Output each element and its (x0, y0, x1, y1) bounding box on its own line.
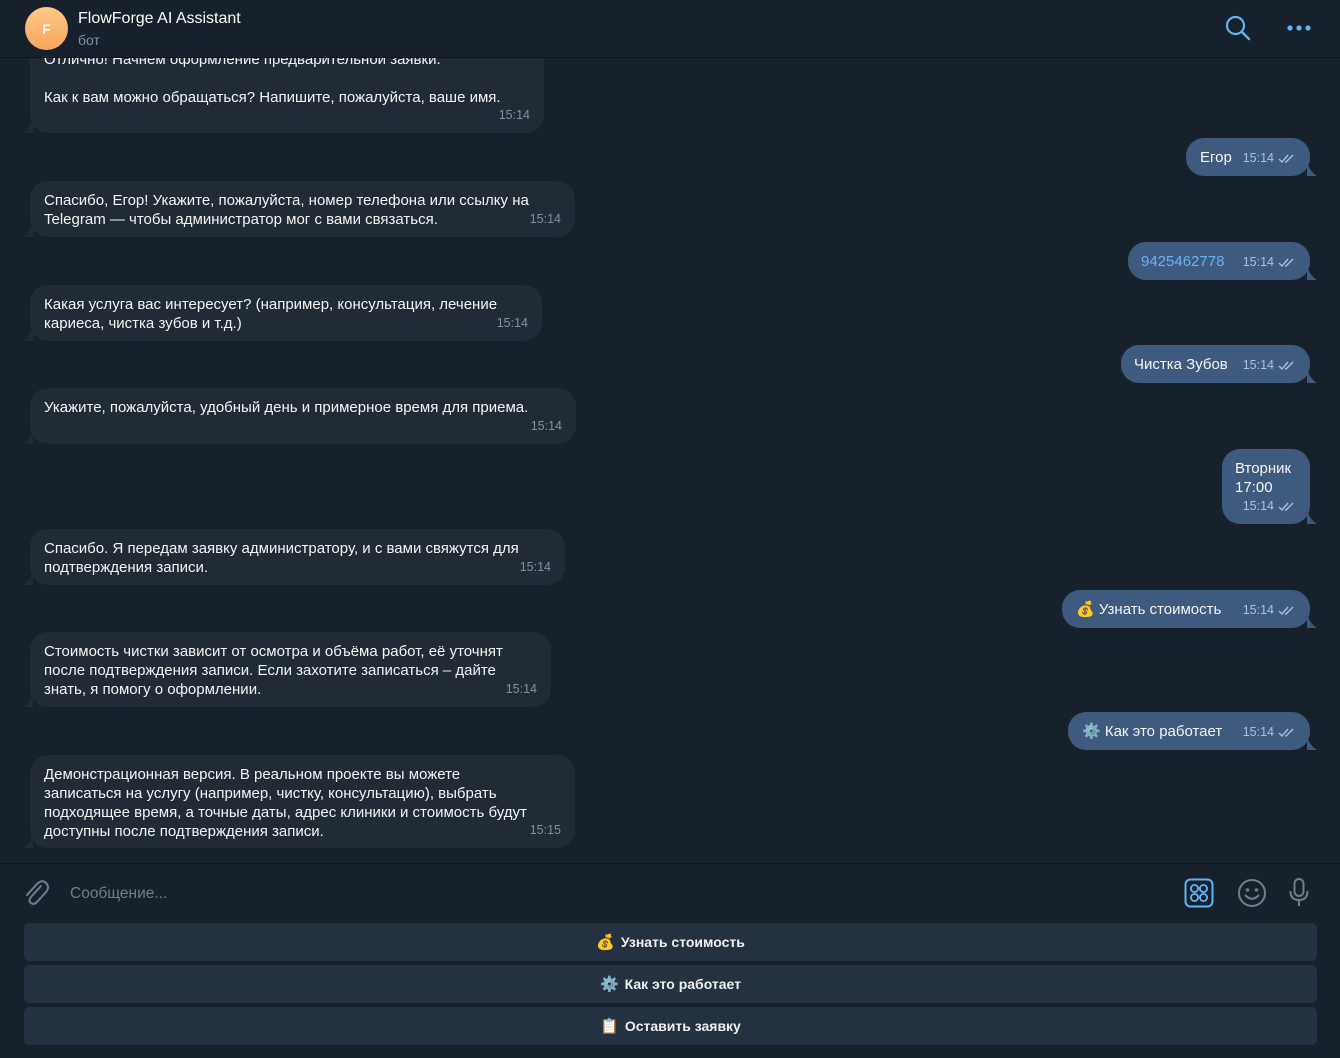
message-time: 15:14 (496, 316, 528, 330)
bot-keyboard-icon[interactable] (1184, 878, 1214, 913)
message-text: Вторник 17:00 (1235, 460, 1292, 496)
outgoing-message[interactable]: Егор 15:14 (1186, 138, 1317, 176)
message-text: Какая услуга вас интересует? (например, … (44, 296, 498, 332)
incoming-message[interactable]: Спасибо. Я передам заявку администратору… (23, 529, 565, 585)
message-text: Демонстрационная версия. В реальном прое… (44, 766, 527, 840)
outgoing-message[interactable]: 9425462778 15:14 (1128, 242, 1317, 280)
chat-subtitle: бот (78, 32, 100, 48)
chat-title[interactable]: FlowForge AI Assistant (78, 10, 241, 28)
message-time: 15:14 (1243, 601, 1296, 620)
emoji-icon[interactable] (1237, 878, 1267, 913)
read-checkmarks-icon (1278, 606, 1294, 615)
attach-icon[interactable] (22, 878, 50, 913)
money-bag-icon: 💰 (596, 933, 615, 951)
keyboard-button-leave-request[interactable]: 📋 Оставить заявку (24, 1007, 1317, 1045)
outgoing-message[interactable]: ⚙️ Как это работает 15:14 (1068, 712, 1317, 750)
avatar[interactable]: F (25, 7, 68, 50)
message-time: 15:14 (1243, 253, 1296, 272)
keyboard-button-label: Оставить заявку (624, 1018, 741, 1034)
message-text: Спасибо, Егор! Укажите, пожалуйста, номе… (44, 192, 529, 228)
message-time: 15:14 (505, 682, 537, 696)
outgoing-message[interactable]: Вторник 17:00 15:14 (1222, 449, 1317, 524)
incoming-message[interactable]: Укажите, пожалуйста, удобный день и прим… (23, 388, 576, 444)
incoming-message[interactable]: Какая услуга вас интересует? (например, … (23, 285, 542, 341)
keyboard-button-label: Узнать стоимость (620, 934, 745, 950)
read-checkmarks-icon (1278, 258, 1294, 267)
incoming-message[interactable]: Стоимость чистки зависит от осмотра и об… (23, 632, 551, 707)
message-time: 15:14 (1243, 149, 1296, 168)
clipboard-icon: 📋 (600, 1017, 619, 1035)
chat-header: F FlowForge AI Assistant бот (0, 0, 1340, 58)
outgoing-message[interactable]: 💰 Узнать стоимость 15:14 (1062, 590, 1317, 628)
message-time: 15:14 (1243, 497, 1296, 516)
message-time: 15:14 (1243, 723, 1296, 742)
message-list[interactable]: Отлично! Начнем оформление предварительн… (0, 58, 1340, 863)
search-icon[interactable] (1224, 14, 1252, 47)
read-checkmarks-icon (1278, 154, 1294, 163)
keyboard-button-label: Как это работает (624, 976, 742, 992)
message-input[interactable]: Сообщение... (70, 885, 167, 903)
read-checkmarks-icon (1278, 728, 1294, 737)
message-time: 15:14 (498, 108, 530, 122)
incoming-message[interactable]: Отлично! Начнем оформление предварительн… (23, 58, 544, 133)
message-text: Отлично! Начнем оформление предварительн… (44, 58, 501, 106)
more-options-icon[interactable] (1286, 18, 1312, 43)
message-time: 15:14 (519, 560, 551, 574)
message-composer: Сообщение... (0, 863, 1340, 922)
message-text: Укажите, пожалуйста, удобный день и прим… (44, 399, 529, 416)
gear-icon: ⚙️ (599, 975, 619, 993)
microphone-icon[interactable] (1288, 877, 1310, 914)
incoming-message[interactable]: Демонстрационная версия. В реальном прое… (23, 755, 575, 848)
read-checkmarks-icon (1278, 502, 1294, 511)
message-text: Стоимость чистки зависит от осмотра и об… (44, 643, 503, 698)
keyboard-button-how-it-works[interactable]: ⚙️ Как это работает (24, 965, 1317, 1003)
incoming-message[interactable]: Спасибо, Егор! Укажите, пожалуйста, номе… (23, 181, 575, 237)
keyboard-button-price[interactable]: 💰 Узнать стоимость (24, 923, 1317, 961)
message-time: 15:14 (529, 212, 561, 226)
message-time: 15:15 (529, 823, 561, 837)
read-checkmarks-icon (1278, 361, 1294, 370)
outgoing-message[interactable]: Чистка Зубов 15:14 (1121, 345, 1317, 383)
message-time: 15:14 (1243, 356, 1296, 375)
message-time: 15:14 (530, 419, 562, 433)
message-text: Спасибо. Я передам заявку администратору… (44, 540, 519, 576)
